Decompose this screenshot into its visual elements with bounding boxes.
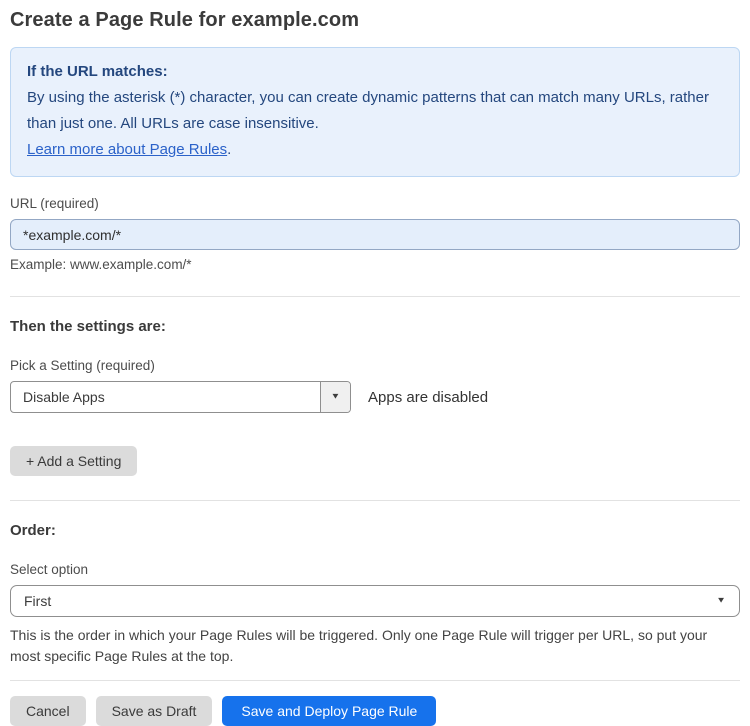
- link-period: .: [227, 141, 232, 158]
- divider: [10, 680, 740, 681]
- order-select[interactable]: First ▼: [10, 585, 740, 617]
- create-page-rule-form: Create a Page Rule for example.com If th…: [0, 0, 750, 726]
- info-box-heading: If the URL matches:: [27, 63, 168, 80]
- setting-row: Disable Apps ▼ Apps are disabled: [10, 381, 740, 413]
- url-match-info-box: If the URL matches: By using the asteris…: [10, 47, 740, 177]
- divider: [10, 296, 740, 297]
- url-example-helper: Example: www.example.com/*: [10, 257, 192, 272]
- url-field-group: URL (required) Example: www.example.com/…: [10, 196, 740, 272]
- url-input[interactable]: [10, 219, 740, 250]
- select-option-label: Select option: [10, 562, 89, 577]
- url-label: URL (required): [10, 196, 99, 211]
- setting-dropdown[interactable]: Disable Apps ▼: [10, 381, 351, 413]
- info-link-line: Learn more about Page Rules.: [27, 137, 723, 163]
- save-draft-button[interactable]: Save as Draft: [95, 696, 213, 726]
- footer-actions: Cancel Save as Draft Save and Deploy Pag…: [10, 696, 740, 726]
- info-box-body: By using the asterisk (*) character, you…: [27, 89, 709, 132]
- order-section-heading: Order:: [10, 522, 56, 539]
- setting-dropdown-caret-button[interactable]: ▼: [320, 382, 350, 412]
- save-deploy-button[interactable]: Save and Deploy Page Rule: [222, 696, 437, 726]
- add-setting-button[interactable]: + Add a Setting: [10, 446, 138, 476]
- caret-down-icon: ▼: [716, 596, 726, 605]
- caret-down-icon: ▼: [330, 392, 341, 401]
- pick-setting-label: Pick a Setting (required): [10, 358, 155, 373]
- learn-more-link[interactable]: Learn more about Page Rules: [27, 141, 227, 158]
- order-helper-text: This is the order in which your Page Rul…: [10, 627, 708, 664]
- divider: [10, 500, 740, 501]
- setting-status-text: Apps are disabled: [368, 388, 489, 406]
- settings-section-heading: Then the settings are:: [10, 318, 166, 335]
- cancel-button[interactable]: Cancel: [10, 696, 86, 726]
- order-select-value: First: [24, 593, 52, 609]
- order-select-group: Select option First ▼ This is the order …: [10, 562, 740, 667]
- setting-picker-group: Pick a Setting (required) Disable Apps ▼…: [10, 358, 740, 413]
- page-title: Create a Page Rule for example.com: [10, 9, 360, 31]
- setting-dropdown-value: Disable Apps: [23, 389, 105, 405]
